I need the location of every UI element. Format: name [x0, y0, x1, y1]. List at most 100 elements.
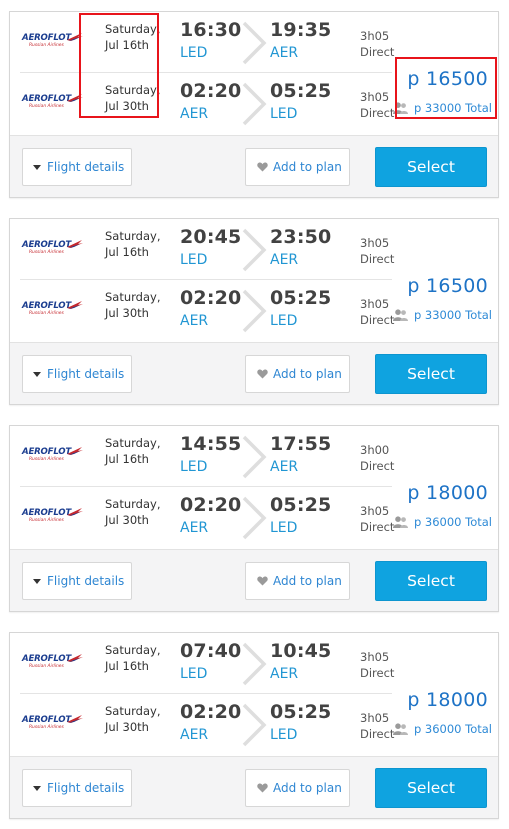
flight-leg-outbound: AEROFLOT Russian Airlines Saturday, Jul …	[20, 219, 395, 280]
price-per-person: p 16500	[407, 275, 488, 297]
leg-date: Saturday, Jul 16th	[105, 436, 161, 466]
departure-airport: LED	[180, 45, 208, 61]
flight-duration: 3h05 Direct	[360, 711, 395, 741]
flight-duration: 3h05 Direct	[360, 297, 395, 327]
caret-down-icon	[33, 579, 41, 584]
aeroflot-wing-icon	[67, 715, 83, 723]
card-itinerary: AEROFLOT Russian Airlines Saturday, Jul …	[10, 12, 498, 135]
departure-time: 02:20	[180, 494, 242, 516]
arrival-airport: AER	[270, 45, 299, 61]
airline-logo: AEROFLOT Russian Airlines	[22, 31, 84, 53]
heart-icon	[257, 162, 268, 172]
arrival-time: 05:25	[270, 287, 332, 309]
leg-date: Saturday, Jul 30th	[105, 497, 161, 527]
people-icon	[392, 723, 408, 735]
chevron-right-icon	[242, 228, 267, 272]
chevron-right-icon	[242, 496, 267, 540]
departure-time: 16:30	[180, 19, 242, 41]
flight-result-card: AEROFLOT Russian Airlines Saturday, Jul …	[9, 11, 499, 198]
arrival-time: 23:50	[270, 226, 332, 248]
card-actions: Flight details Add to plan Select	[10, 342, 498, 404]
airline-logo: AEROFLOT Russian Airlines	[22, 506, 84, 528]
add-to-plan-button[interactable]: Add to plan	[245, 562, 350, 600]
flight-leg-inbound: AEROFLOT Russian Airlines Saturday, Jul …	[20, 694, 395, 755]
airline-logo: AEROFLOT Russian Airlines	[22, 238, 84, 260]
select-button[interactable]: Select	[375, 147, 487, 187]
add-to-plan-button[interactable]: Add to plan	[245, 355, 350, 393]
arrival-airport: AER	[270, 666, 299, 682]
arrival-time: 10:45	[270, 640, 332, 662]
select-button[interactable]: Select	[375, 354, 487, 394]
price-per-person: p 16500	[407, 68, 488, 90]
flight-details-button[interactable]: Flight details	[22, 562, 132, 600]
chevron-right-icon	[242, 642, 267, 686]
card-actions: Flight details Add to plan Select	[10, 135, 498, 197]
caret-down-icon	[33, 165, 41, 170]
price-total: p 36000 Total	[392, 515, 492, 529]
flight-details-button[interactable]: Flight details	[22, 769, 132, 807]
heart-icon	[257, 576, 268, 586]
heart-icon	[257, 369, 268, 379]
airline-logo: AEROFLOT Russian Airlines	[22, 92, 84, 114]
aeroflot-wing-icon	[67, 240, 83, 248]
airline-logo: AEROFLOT Russian Airlines	[22, 652, 84, 674]
departure-airport: LED	[180, 666, 208, 682]
flight-duration: 3h05 Direct	[360, 236, 395, 266]
select-button[interactable]: Select	[375, 768, 487, 808]
add-to-plan-button[interactable]: Add to plan	[245, 769, 350, 807]
flight-leg-inbound: AEROFLOT Russian Airlines Saturday, Jul …	[20, 280, 395, 341]
departure-airport: AER	[180, 313, 209, 329]
select-button[interactable]: Select	[375, 561, 487, 601]
people-icon	[392, 102, 408, 114]
departure-airport: AER	[180, 727, 209, 743]
aeroflot-wing-icon	[67, 94, 83, 102]
flight-result-card: AEROFLOT Russian Airlines Saturday, Jul …	[9, 425, 499, 612]
leg-date: Saturday, Jul 16th	[105, 22, 161, 52]
flight-details-button[interactable]: Flight details	[22, 355, 132, 393]
departure-time: 02:20	[180, 287, 242, 309]
arrival-time: 19:35	[270, 19, 332, 41]
flight-details-button[interactable]: Flight details	[22, 148, 132, 186]
card-actions: Flight details Add to plan Select	[10, 756, 498, 818]
aeroflot-wing-icon	[67, 447, 83, 455]
flight-leg-outbound: AEROFLOT Russian Airlines Saturday, Jul …	[20, 426, 394, 487]
flight-leg-outbound: AEROFLOT Russian Airlines Saturday, Jul …	[20, 633, 395, 694]
chevron-right-icon	[242, 21, 267, 65]
price-total: p 33000 Total	[392, 101, 492, 115]
departure-time: 07:40	[180, 640, 242, 662]
caret-down-icon	[33, 372, 41, 377]
arrival-time: 05:25	[270, 80, 332, 102]
leg-date: Saturday, Jul 30th	[105, 290, 161, 320]
departure-time: 14:55	[180, 433, 242, 455]
aeroflot-wing-icon	[67, 508, 83, 516]
chevron-right-icon	[242, 82, 267, 126]
flight-leg-outbound: AEROFLOT Russian Airlines Saturday, Jul …	[20, 12, 394, 73]
people-icon	[392, 309, 408, 321]
leg-date: Saturday, Jul 30th	[105, 83, 161, 113]
add-to-plan-button[interactable]: Add to plan	[245, 148, 350, 186]
flight-leg-inbound: AEROFLOT Russian Airlines Saturday, Jul …	[20, 73, 394, 134]
flight-result-card: AEROFLOT Russian Airlines Saturday, Jul …	[9, 632, 499, 819]
departure-airport: AER	[180, 106, 209, 122]
price-total: p 33000 Total	[392, 308, 492, 322]
card-itinerary: AEROFLOT Russian Airlines Saturday, Jul …	[10, 426, 498, 549]
aeroflot-wing-icon	[67, 301, 83, 309]
airline-logo: AEROFLOT Russian Airlines	[22, 713, 84, 735]
chevron-right-icon	[242, 289, 267, 333]
card-itinerary: AEROFLOT Russian Airlines Saturday, Jul …	[10, 633, 498, 756]
airline-logo: AEROFLOT Russian Airlines	[22, 445, 84, 467]
flight-duration: 3h05 Direct	[360, 650, 395, 680]
leg-date: Saturday, Jul 16th	[105, 643, 161, 673]
people-icon	[392, 516, 408, 528]
flight-result-card: AEROFLOT Russian Airlines Saturday, Jul …	[9, 218, 499, 405]
departure-time: 02:20	[180, 80, 242, 102]
flight-duration: 3h05 Direct	[360, 504, 395, 534]
heart-icon	[257, 783, 268, 793]
aeroflot-wing-icon	[67, 654, 83, 662]
arrival-airport: LED	[270, 106, 298, 122]
price-total: p 36000 Total	[392, 722, 492, 736]
price-per-person: p 18000	[407, 689, 488, 711]
departure-airport: LED	[180, 252, 208, 268]
card-itinerary: AEROFLOT Russian Airlines Saturday, Jul …	[10, 219, 498, 342]
departure-time: 20:45	[180, 226, 242, 248]
